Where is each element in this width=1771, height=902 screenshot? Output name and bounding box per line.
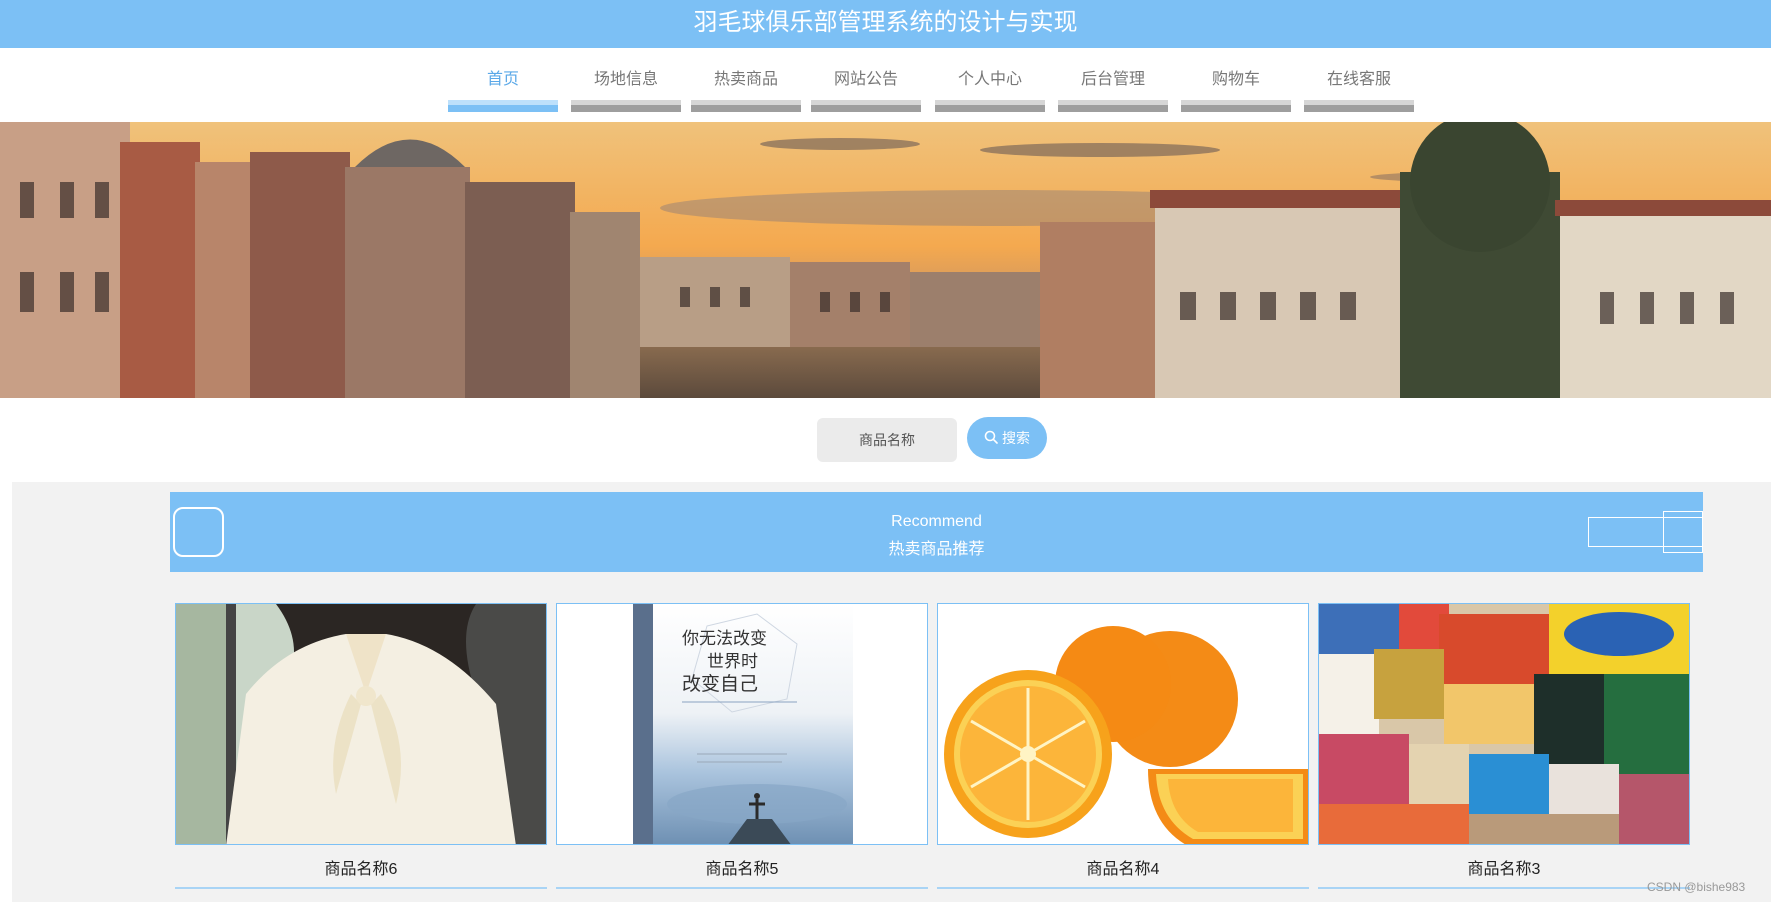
product-name[interactable]: 商品名称3 [1318, 855, 1690, 879]
watermark: CSDN @bishe983 [1647, 880, 1746, 894]
nav-underline [1058, 100, 1168, 112]
main-nav: 首页 场地信息 热卖商品 网站公告 个人中心 后台管理 购物车 在线客服 [0, 48, 1771, 122]
search-input[interactable] [817, 418, 957, 462]
site-title: 羽毛球俱乐部管理系统的设计与实现 [693, 9, 1078, 36]
site-header: 羽毛球俱乐部管理系统的设计与实现 [0, 0, 1771, 48]
nav-label: 后台管理 [1080, 71, 1145, 88]
nav-underline [811, 100, 921, 112]
product-card[interactable]: 商品名称4 [937, 603, 1309, 890]
product-divider [556, 887, 928, 889]
product-image[interactable] [175, 603, 547, 845]
recommend-title-en: Recommend [891, 513, 982, 530]
hero-banner [0, 122, 1771, 398]
product-card[interactable]: 你无法改变 世界时 改变自己 商品名称5 [556, 603, 928, 890]
product-card[interactable]: 商品名称3 [1318, 603, 1690, 890]
nav-item-profile[interactable]: 个人中心 [935, 48, 1045, 112]
nav-item-announcements[interactable]: 网站公告 [811, 48, 921, 112]
product-name[interactable]: 商品名称6 [175, 855, 547, 879]
search-button[interactable]: 搜索 [967, 417, 1047, 459]
nav-underline [1304, 100, 1414, 112]
product-image[interactable] [937, 603, 1309, 845]
nav-item-hot-products[interactable]: 热卖商品 [691, 48, 801, 112]
recommend-section: Recommend 热卖商品推荐 商品名称6 你无法改变 世界时 改变自己 商品… [12, 482, 1771, 902]
product-image[interactable] [1318, 603, 1690, 845]
product-divider [175, 887, 547, 889]
product-divider [1318, 887, 1690, 889]
search-icon [984, 430, 998, 447]
search-button-label: 搜索 [1002, 430, 1030, 446]
nav-label: 场地信息 [593, 71, 658, 88]
nav-label: 购物车 [1211, 71, 1260, 88]
nav-item-support[interactable]: 在线客服 [1304, 48, 1414, 112]
banner-image [0, 122, 1771, 398]
nav-label: 首页 [486, 71, 519, 88]
nav-item-cart[interactable]: 购物车 [1181, 48, 1291, 112]
product-card[interactable]: 商品名称6 [175, 603, 547, 890]
nav-underline [935, 100, 1045, 112]
nav-underline [691, 100, 801, 112]
recommend-title-cn: 热卖商品推荐 [888, 541, 985, 558]
nav-label: 在线客服 [1326, 71, 1391, 88]
nav-label: 热卖商品 [713, 71, 778, 88]
product-name[interactable]: 商品名称5 [556, 855, 928, 879]
nav-item-venues[interactable]: 场地信息 [571, 48, 681, 112]
nav-underline [1181, 100, 1291, 112]
nav-underline [448, 100, 558, 112]
recommend-header: Recommend 热卖商品推荐 [170, 492, 1703, 572]
book-title-line: 改变自己 [682, 673, 758, 695]
nav-item-home[interactable]: 首页 [448, 48, 558, 112]
nav-item-admin[interactable]: 后台管理 [1058, 48, 1168, 112]
book-title-line: 你无法改变 [682, 629, 767, 649]
nav-label: 网站公告 [833, 71, 898, 88]
nav-underline [571, 100, 681, 112]
product-name[interactable]: 商品名称4 [937, 855, 1309, 879]
product-divider [937, 887, 1309, 889]
product-image[interactable]: 你无法改变 世界时 改变自己 [556, 603, 928, 845]
book-title-line: 世界时 [707, 652, 758, 672]
nav-label: 个人中心 [957, 71, 1022, 88]
